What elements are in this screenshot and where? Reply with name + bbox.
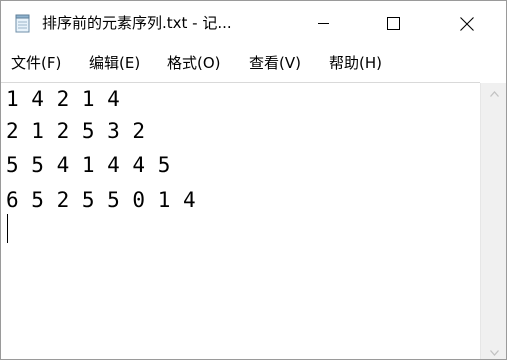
text-line: 5 5 4 1 4 4 5 [6,153,171,177]
close-button[interactable] [444,1,490,46]
text-caret [7,214,8,243]
text-line: 6 5 2 5 5 0 1 4 [6,188,196,212]
chevron-down-icon [489,341,499,359]
menu-view[interactable]: 查看(V) [249,53,301,73]
chevron-up-icon [489,82,499,101]
minimize-button[interactable] [300,1,346,46]
scroll-down-button[interactable] [481,341,506,359]
vertical-scrollbar[interactable] [480,82,506,359]
menu-edit[interactable]: 编辑(E) [89,53,140,73]
title-bar[interactable]: 排序前的元素序列.txt - 记... [1,1,506,46]
close-icon [460,16,474,31]
scroll-up-button[interactable] [481,82,506,101]
menu-file[interactable]: 文件(F) [11,53,61,73]
menu-format[interactable]: 格式(O) [167,53,221,73]
notepad-icon [15,14,31,33]
notepad-window: 排序前的元素序列.txt - 记... 文件(F) 编辑(E) 格式(O) 查看… [0,0,507,360]
maximize-button[interactable] [370,1,416,46]
maximize-icon [386,17,400,30]
minimize-icon [317,18,329,29]
text-editor[interactable]: 1 4 2 1 4 2 1 2 5 3 2 5 5 4 1 4 4 5 6 5 … [1,82,480,359]
text-line: 1 4 2 1 4 [6,87,120,111]
window-title: 排序前的元素序列.txt - 记... [42,14,232,32]
menu-help[interactable]: 帮助(H) [329,53,382,73]
menu-bar: 文件(F) 编辑(E) 格式(O) 查看(V) 帮助(H) [1,46,506,82]
text-line: 2 1 2 5 3 2 [6,119,146,143]
